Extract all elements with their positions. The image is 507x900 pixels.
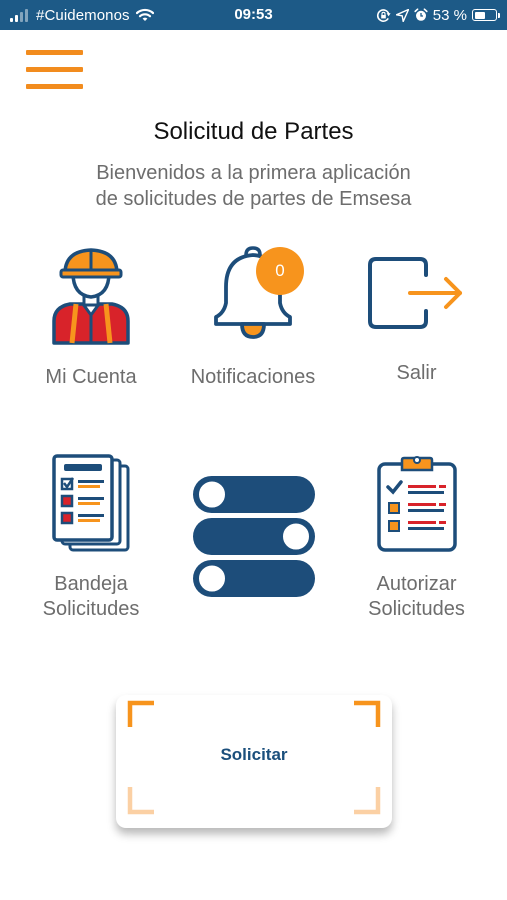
screen-rotation-lock-icon xyxy=(376,8,391,22)
mi-cuenta-label: Mi Cuenta xyxy=(45,366,137,388)
page-subtitle: Bienvenidos a la primera aplicación de s… xyxy=(95,162,412,210)
worker-avatar-icon xyxy=(52,248,130,345)
clipboard-checklist-icon xyxy=(377,456,457,552)
wifi-icon xyxy=(135,8,154,21)
autorizar-solicitudes-button[interactable]: Autorizar Solicitudes xyxy=(354,450,479,625)
notification-badge: 0 xyxy=(256,247,304,295)
documents-checklist-icon xyxy=(52,454,130,552)
status-bar: #Cuidemonos 09:53 53 % xyxy=(0,0,507,30)
toggle-switches-icon[interactable] xyxy=(192,474,316,600)
carrier-name: #Cuidemonos xyxy=(36,6,130,24)
status-bar-left: #Cuidemonos xyxy=(10,0,154,30)
location-arrow-icon xyxy=(395,8,409,22)
battery-level-fill xyxy=(474,11,485,19)
battery-icon xyxy=(472,9,500,21)
notificaciones-label: Notificaciones xyxy=(190,366,316,388)
mi-cuenta-button[interactable]: Mi Cuenta xyxy=(20,240,162,390)
bandeja-solicitudes-label: Bandeja Solicitudes xyxy=(42,573,140,620)
salir-label: Salir xyxy=(396,362,437,384)
battery-percent: 53 % xyxy=(432,6,467,24)
solicitar-button[interactable]: Solicitar xyxy=(116,695,392,828)
status-bar-right: 53 % xyxy=(376,0,500,30)
signal-icon xyxy=(10,8,30,22)
notificaciones-button[interactable]: 0 Notificaciones xyxy=(178,240,328,390)
salir-button[interactable]: Salir xyxy=(354,240,479,390)
hamburger-menu-icon[interactable] xyxy=(26,50,83,90)
autorizar-solicitudes-label: Autorizar Solicitudes xyxy=(368,573,465,620)
bandeja-solicitudes-button[interactable]: Bandeja Solicitudes xyxy=(20,450,162,625)
alarm-icon xyxy=(414,8,428,21)
page-title: Solicitud de Partes xyxy=(153,118,354,145)
logout-icon xyxy=(368,257,462,329)
solicitar-label: Solicitar xyxy=(220,745,288,764)
